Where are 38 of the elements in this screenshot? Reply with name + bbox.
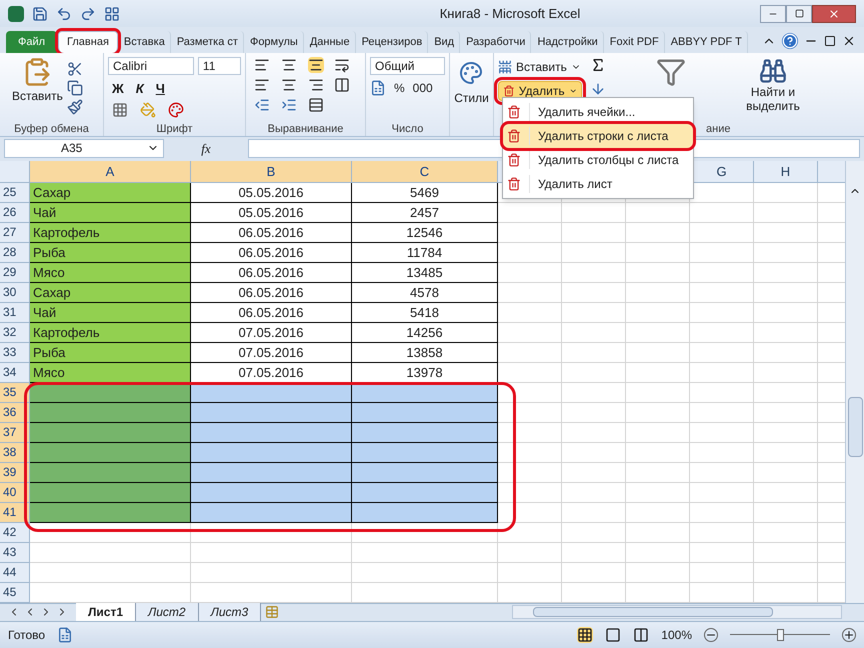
- table-cell: 06.05.2016: [191, 262, 352, 283]
- table-cell: 14256: [352, 322, 498, 343]
- table-cell: 07.05.2016: [191, 362, 352, 383]
- window-title: Книга8 - Microsoft Excel: [438, 4, 582, 23]
- table-cell: 12546: [352, 222, 498, 243]
- table-cell: 2457: [352, 202, 498, 223]
- table-cell: 5469: [352, 182, 498, 203]
- zoom-level: 100%: [661, 626, 692, 644]
- table-cell: Мясо: [30, 362, 191, 383]
- table-cell: Рыба: [30, 242, 191, 263]
- group-label: ание: [706, 122, 730, 136]
- table-cell: Картофель: [30, 222, 191, 243]
- table-cell: 13485: [352, 262, 498, 283]
- group-label: Буфер обмена: [13, 122, 90, 136]
- table-cell: Чай: [30, 202, 191, 223]
- table-cell: 06.05.2016: [191, 282, 352, 303]
- table-cell: Картофель: [30, 322, 191, 343]
- table-cell: Рыба: [30, 342, 191, 363]
- group-label: Шрифт: [155, 122, 194, 136]
- table-cell: Сахар: [30, 182, 191, 203]
- table-cell: 4578: [352, 282, 498, 303]
- table-cell: 05.05.2016: [191, 182, 352, 203]
- table-cell: 13858: [352, 342, 498, 363]
- table-cell: 06.05.2016: [191, 242, 352, 263]
- table-cell: Чай: [30, 302, 191, 323]
- table-cell: 06.05.2016: [191, 302, 352, 323]
- table-cell: 11784: [352, 242, 498, 263]
- group-label: Выравнивание: [266, 122, 344, 136]
- table-cell: 07.05.2016: [191, 342, 352, 363]
- status-text: Готово: [8, 626, 46, 644]
- table-cell: 05.05.2016: [191, 202, 352, 223]
- table-cell: 5418: [352, 302, 498, 323]
- table-cell: 13978: [352, 362, 498, 383]
- table-cell: 06.05.2016: [191, 222, 352, 243]
- group-label: Число: [390, 122, 424, 136]
- table-cell: Мясо: [30, 262, 191, 283]
- table-cell: 07.05.2016: [191, 322, 352, 343]
- table-cell: Сахар: [30, 282, 191, 303]
